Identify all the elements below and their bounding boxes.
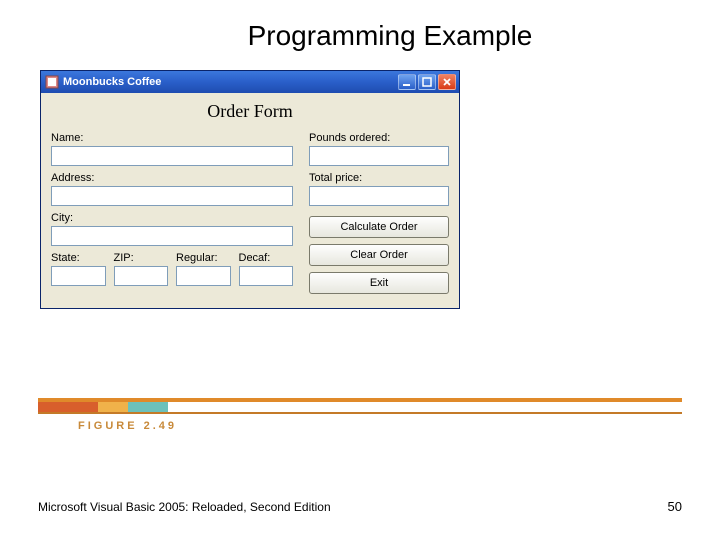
maximize-button[interactable] (418, 74, 436, 90)
window-title: Moonbucks Coffee (63, 76, 396, 88)
page-number: 50 (668, 499, 682, 514)
state-label: State: (51, 252, 106, 264)
footer-text: Microsoft Visual Basic 2005: Reloaded, S… (38, 500, 331, 514)
slide-title: Programming Example (60, 0, 720, 70)
name-label: Name: (51, 132, 293, 144)
left-column: Name: Address: City: State: (51, 132, 293, 294)
form-body: Name: Address: City: State: (51, 132, 449, 294)
decaf-label: Decaf: (239, 252, 294, 264)
calculate-button[interactable]: Calculate Order (309, 216, 449, 238)
address-label: Address: (51, 172, 293, 184)
figure-divider (38, 398, 682, 414)
figure-label: FIGURE 2.49 (78, 420, 177, 432)
regular-label: Regular: (176, 252, 231, 264)
form-title: Order Form (51, 101, 449, 122)
close-button[interactable] (438, 74, 456, 90)
app-icon (45, 75, 59, 89)
right-column: Pounds ordered: Total price: Calculate O… (309, 132, 449, 294)
total-input[interactable] (309, 186, 449, 206)
zip-input[interactable] (114, 266, 169, 286)
client-area: Order Form Name: Address: City: State: (41, 93, 459, 308)
city-input[interactable] (51, 226, 293, 246)
zip-label: ZIP: (114, 252, 169, 264)
city-label: City: (51, 212, 293, 224)
address-input[interactable] (51, 186, 293, 206)
state-input[interactable] (51, 266, 106, 286)
decaf-input[interactable] (239, 266, 294, 286)
pounds-label: Pounds ordered: (309, 132, 449, 144)
exit-button[interactable]: Exit (309, 272, 449, 294)
pounds-input[interactable] (309, 146, 449, 166)
minimize-button[interactable] (398, 74, 416, 90)
regular-input[interactable] (176, 266, 231, 286)
clear-button[interactable]: Clear Order (309, 244, 449, 266)
name-input[interactable] (51, 146, 293, 166)
titlebar[interactable]: Moonbucks Coffee (41, 71, 459, 93)
total-label: Total price: (309, 172, 449, 184)
app-window: Moonbucks Coffee Order Form Name: Addres… (40, 70, 460, 309)
